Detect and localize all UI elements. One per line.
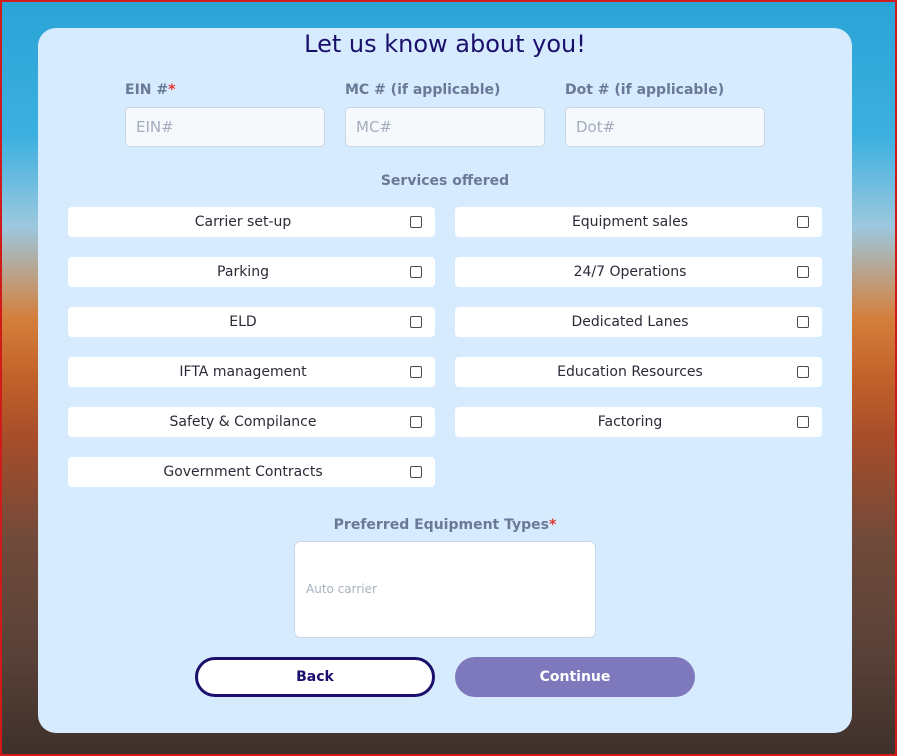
services-label: Services offered [380, 173, 510, 189]
continue-button[interactable]: Continue [455, 657, 695, 697]
service-checkbox[interactable] [410, 466, 422, 478]
service-checkbox[interactable] [410, 316, 422, 328]
service-option-equipment-sales[interactable]: Equipment sales [455, 207, 822, 237]
page-title: Let us know about you! [304, 30, 586, 58]
service-label: Carrier set-up [194, 214, 292, 230]
dot-input[interactable] [565, 107, 765, 147]
equipment-types-textarea[interactable] [294, 541, 596, 638]
ein-input[interactable] [125, 107, 325, 147]
service-checkbox[interactable] [410, 416, 422, 428]
service-label: Equipment sales [571, 214, 689, 230]
service-checkbox[interactable] [410, 266, 422, 278]
service-label: Safety & Compilance [169, 414, 317, 430]
service-option-eld[interactable]: ELD [68, 307, 435, 337]
service-label: 24/7 Operations [573, 264, 687, 280]
service-option-government-contracts[interactable]: Government Contracts [68, 457, 435, 487]
service-label: Dedicated Lanes [571, 314, 689, 330]
form-card: Let us know about you! EIN #* MC # (if a… [38, 28, 852, 733]
equipment-required-mark: * [548, 517, 557, 533]
service-option-dedicated-lanes[interactable]: Dedicated Lanes [455, 307, 822, 337]
service-option-parking[interactable]: Parking [68, 257, 435, 287]
service-option-safety-compliance[interactable]: Safety & Compilance [68, 407, 435, 437]
service-checkbox[interactable] [797, 216, 809, 228]
service-option-24-7-operations[interactable]: 24/7 Operations [455, 257, 822, 287]
equipment-label-text: Preferred Equipment Types [333, 517, 549, 533]
ein-required-mark: * [168, 82, 176, 98]
service-label: ELD [229, 314, 257, 330]
mc-label: MC # (if applicable) [345, 82, 501, 98]
ein-label-text: EIN # [125, 82, 169, 98]
service-label: Government Contracts [163, 464, 323, 480]
service-checkbox[interactable] [410, 366, 422, 378]
dot-label: Dot # (if applicable) [565, 82, 725, 98]
service-label: Factoring [597, 414, 663, 430]
service-label: Education Resources [557, 364, 703, 380]
service-checkbox[interactable] [410, 216, 422, 228]
service-checkbox[interactable] [797, 266, 809, 278]
service-checkbox[interactable] [797, 416, 809, 428]
ein-label: EIN #* [125, 82, 175, 98]
service-label: Parking [217, 264, 269, 280]
back-button[interactable]: Back [195, 657, 435, 697]
service-option-education-resources[interactable]: Education Resources [455, 357, 822, 387]
equipment-label: Preferred Equipment Types* [38, 517, 852, 533]
mc-input[interactable] [345, 107, 545, 147]
service-option-carrier-setup[interactable]: Carrier set-up [68, 207, 435, 237]
service-label: IFTA management [179, 364, 307, 380]
service-option-factoring[interactable]: Factoring [455, 407, 822, 437]
service-checkbox[interactable] [797, 316, 809, 328]
service-option-ifta-management[interactable]: IFTA management [68, 357, 435, 387]
service-checkbox[interactable] [797, 366, 809, 378]
